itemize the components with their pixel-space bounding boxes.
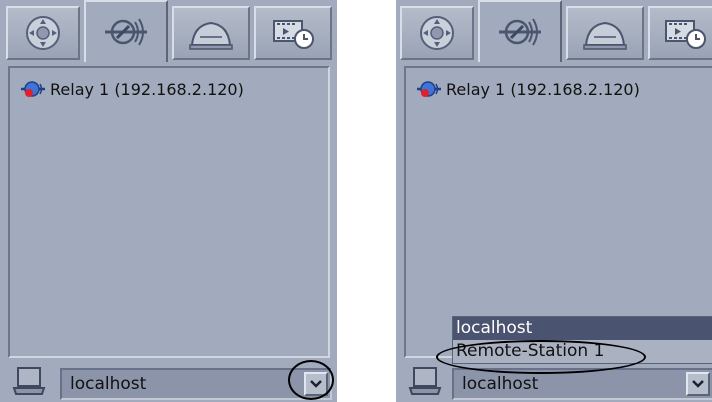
station-select-value: localhost bbox=[70, 374, 147, 394]
relay-status-icon bbox=[21, 81, 45, 97]
dropdown-button[interactable] bbox=[686, 372, 710, 396]
tab-recordings[interactable] bbox=[648, 6, 712, 60]
alarm-bell-icon bbox=[583, 21, 627, 50]
tab-recordings[interactable] bbox=[254, 6, 332, 60]
dial-pad-icon bbox=[420, 16, 454, 50]
station-select[interactable]: localhost bbox=[452, 368, 712, 400]
dropdown-option-localhost[interactable]: localhost bbox=[453, 317, 712, 340]
annotation-circle-dropdown-button bbox=[288, 360, 334, 400]
dial-pad-icon bbox=[26, 16, 60, 50]
tab-alarm[interactable] bbox=[566, 6, 644, 60]
computer-icon bbox=[12, 367, 46, 395]
relay-label: Relay 1 (192.168.2.120) bbox=[50, 79, 244, 99]
left-panel: Relay 1 (192.168.2.120) localhost bbox=[0, 0, 337, 402]
station-row: localhost bbox=[0, 362, 337, 402]
relay-icon bbox=[105, 18, 147, 46]
relay-tree-view: Relay 1 (192.168.2.120) bbox=[8, 66, 330, 358]
relay-icon bbox=[499, 18, 541, 46]
computer-icon bbox=[408, 367, 442, 395]
station-select-value: localhost bbox=[462, 374, 539, 394]
alarm-bell-icon bbox=[189, 21, 233, 50]
tab-controls[interactable] bbox=[6, 6, 80, 60]
chevron-down-icon bbox=[692, 380, 704, 388]
tree-item-relay-1[interactable]: Relay 1 (192.168.2.120) bbox=[416, 78, 640, 100]
tab-bar bbox=[0, 0, 337, 62]
tab-controls[interactable] bbox=[400, 6, 474, 60]
tree-item-relay-1[interactable]: Relay 1 (192.168.2.120) bbox=[20, 78, 244, 100]
tab-alarm[interactable] bbox=[172, 6, 250, 60]
annotation-circle-remote-station bbox=[436, 340, 646, 374]
film-clock-icon bbox=[665, 20, 706, 49]
relay-tree-view: Relay 1 (192.168.2.120) bbox=[404, 66, 712, 358]
tab-relays[interactable] bbox=[84, 0, 168, 62]
relay-status-icon bbox=[417, 81, 441, 97]
film-clock-icon bbox=[273, 20, 314, 49]
tab-bar bbox=[396, 0, 712, 62]
tab-relays[interactable] bbox=[478, 0, 562, 62]
relay-label: Relay 1 (192.168.2.120) bbox=[446, 79, 640, 99]
